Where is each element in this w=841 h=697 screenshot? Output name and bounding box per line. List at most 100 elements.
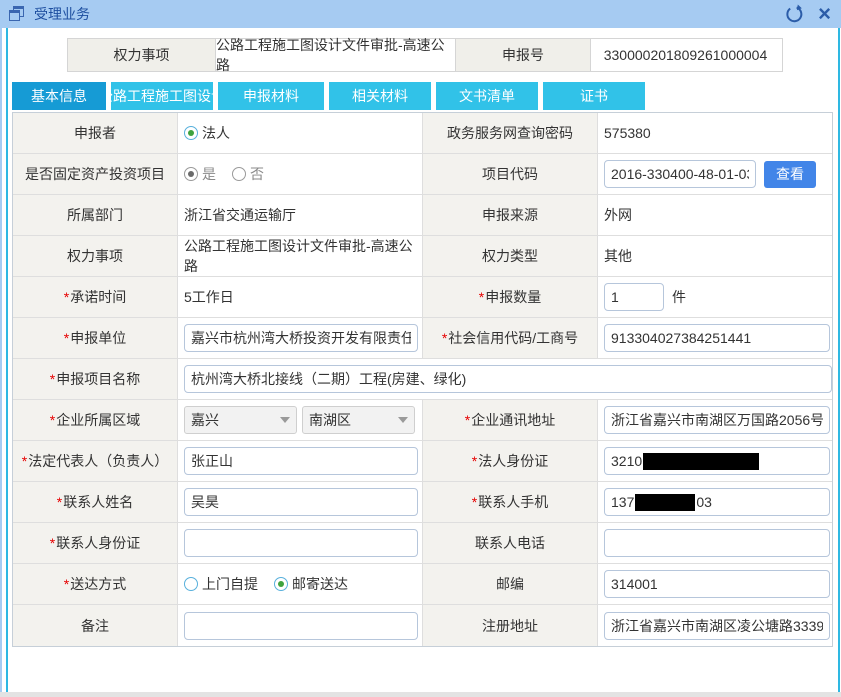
- close-icon[interactable]: ×: [818, 4, 831, 24]
- contact-name-label: *联系人姓名: [13, 482, 178, 522]
- contact-phone-input[interactable]: [604, 529, 830, 557]
- remark-input[interactable]: [184, 612, 418, 640]
- power-item-header-label: 权力事项: [68, 39, 216, 71]
- contact-mobile-label: *联系人手机: [423, 482, 598, 522]
- contact-phone-label: 联系人电话: [423, 523, 598, 563]
- form-row-remark: 备注 注册地址: [13, 605, 832, 646]
- form-row-department: 所属部门 浙江省交通运输厅 申报来源 外网: [13, 195, 832, 236]
- chevron-down-icon: [280, 417, 290, 423]
- radio-disabled-icon: [232, 167, 246, 181]
- region-district-select[interactable]: 南湖区: [302, 406, 415, 434]
- project-code-input[interactable]: [604, 160, 756, 188]
- contact-id-label: *联系人身份证: [13, 523, 178, 563]
- radio-disabled-checked-icon: [184, 167, 198, 181]
- delivery-radio-mail[interactable]: 邮寄送达: [274, 574, 348, 594]
- window-title: 受理业务: [34, 4, 90, 24]
- credit-code-input[interactable]: [604, 324, 830, 352]
- power-type-label: 权力类型: [423, 236, 598, 276]
- required-marker: *: [442, 330, 447, 346]
- view-button[interactable]: 查看: [764, 161, 816, 188]
- region-city-select[interactable]: 嘉兴: [184, 406, 297, 434]
- required-marker: *: [64, 576, 69, 592]
- form-row-fixed-asset: 是否固定资产投资项目 是 否 项目代码: [13, 154, 832, 195]
- company-address-input[interactable]: [604, 406, 830, 434]
- fixed-asset-label: 是否固定资产投资项目: [13, 154, 178, 194]
- fixed-asset-radio-no: 否: [232, 164, 264, 184]
- required-marker: *: [465, 412, 470, 428]
- delivery-label: *送达方式: [13, 564, 178, 604]
- form-row-project-name: *申报项目名称: [13, 359, 832, 400]
- reg-address-input[interactable]: [604, 612, 830, 640]
- company-address-label: *企业通讯地址: [423, 400, 598, 440]
- chevron-down-icon: [398, 417, 408, 423]
- apply-unit-label: *申报单位: [13, 318, 178, 358]
- quantity-input[interactable]: [604, 283, 664, 311]
- power-item-header-value: 公路工程施工图设计文件审批-高速公路: [216, 39, 456, 71]
- form-row-delivery: *送达方式 上门自提 邮寄送达 邮编: [13, 564, 832, 605]
- region-district-value: 南湖区: [309, 410, 351, 430]
- legal-person-input[interactable]: [184, 447, 418, 475]
- tab-related-materials[interactable]: 相关材料: [329, 82, 431, 110]
- title-bar: 受理业务 ×: [0, 0, 841, 28]
- fixed-asset-no-label: 否: [250, 164, 264, 184]
- content-panel: 权力事项 公路工程施工图设计文件审批-高速公路 申报号 330000201809…: [6, 28, 840, 692]
- apply-unit-input[interactable]: [184, 324, 418, 352]
- source-label: 申报来源: [423, 195, 598, 235]
- tab-basic-info[interactable]: 基本信息: [12, 82, 106, 110]
- contact-mobile-input[interactable]: 137 03: [604, 488, 830, 516]
- form-row-legal-person: *法定代表人（负责人） *法人身份证 3210: [13, 441, 832, 482]
- delivery-pickup-label: 上门自提: [202, 574, 258, 594]
- radio-checked-icon[interactable]: [184, 126, 198, 140]
- promise-time-label: *承诺时间: [13, 277, 178, 317]
- query-password-label: 政务服务网查询密码: [423, 113, 598, 153]
- required-marker: *: [64, 330, 69, 346]
- project-name-label: *申报项目名称: [13, 359, 178, 399]
- required-marker: *: [50, 371, 55, 387]
- contact-mobile-visible-suffix: 03: [696, 494, 712, 510]
- region-city-value: 嘉兴: [191, 410, 219, 430]
- tab-document-list[interactable]: 文书清单: [436, 82, 538, 110]
- delivery-mail-label: 邮寄送达: [292, 574, 348, 594]
- applicant-option-label: 法人: [202, 123, 230, 143]
- postcode-label: 邮编: [423, 564, 598, 604]
- radio-unchecked-icon[interactable]: [184, 577, 198, 591]
- required-marker: *: [472, 453, 477, 469]
- power-item-value: 公路工程施工图设计文件审批-高速公路: [178, 236, 423, 276]
- apply-no-header-value: 330000201809261000004: [591, 39, 780, 71]
- department-label: 所属部门: [13, 195, 178, 235]
- basic-info-form: 申报者 法人 政务服务网查询密码 575380 是否固定资产投资项目: [12, 112, 833, 647]
- query-password-value: 575380: [598, 113, 832, 153]
- tab-bar: 基本信息 公路工程施工图设计 申报材料 相关材料 文书清单 证书: [12, 82, 838, 110]
- tab-application-materials[interactable]: 申报材料: [218, 82, 324, 110]
- form-row-power-item: 权力事项 公路工程施工图设计文件审批-高速公路 权力类型 其他: [13, 236, 832, 277]
- accept-business-window: 受理业务 × 权力事项 公路工程施工图设计文件审批-高速公路 申报号 33000…: [0, 0, 841, 697]
- apply-no-header-label: 申报号: [456, 39, 591, 71]
- credit-code-label: *社会信用代码/工商号: [423, 318, 598, 358]
- contact-mobile-visible-prefix: 137: [611, 494, 634, 510]
- form-row-contact-id: *联系人身份证 联系人电话: [13, 523, 832, 564]
- radio-checked-icon[interactable]: [274, 577, 288, 591]
- window-frame-bottom: [0, 692, 841, 697]
- applicant-radio-legal-person[interactable]: 法人: [184, 123, 230, 143]
- fixed-asset-yes-label: 是: [202, 164, 216, 184]
- header-summary-bar: 权力事项 公路工程施工图设计文件审批-高速公路 申报号 330000201809…: [67, 38, 783, 72]
- redaction-bar: [643, 453, 759, 470]
- legal-id-label: *法人身份证: [423, 441, 598, 481]
- remark-label: 备注: [13, 605, 178, 646]
- postcode-input[interactable]: [604, 570, 830, 598]
- contact-name-input[interactable]: [184, 488, 418, 516]
- refresh-icon[interactable]: [784, 4, 804, 24]
- tab-construction-drawing[interactable]: 公路工程施工图设计: [111, 82, 213, 110]
- project-name-input[interactable]: [184, 365, 832, 393]
- legal-id-input[interactable]: 3210: [604, 447, 830, 475]
- tab-certificate[interactable]: 证书: [543, 82, 645, 110]
- form-row-apply-unit: *申报单位 *社会信用代码/工商号: [13, 318, 832, 359]
- fixed-asset-radio-yes: 是: [184, 164, 216, 184]
- quantity-label: *申报数量: [423, 277, 598, 317]
- required-marker: *: [50, 412, 55, 428]
- form-row-applicant: 申报者 法人 政务服务网查询密码 575380: [13, 113, 832, 154]
- contact-id-input[interactable]: [184, 529, 418, 557]
- delivery-radio-pickup[interactable]: 上门自提: [184, 574, 258, 594]
- quantity-unit: 件: [672, 287, 686, 307]
- redaction-bar: [635, 494, 695, 511]
